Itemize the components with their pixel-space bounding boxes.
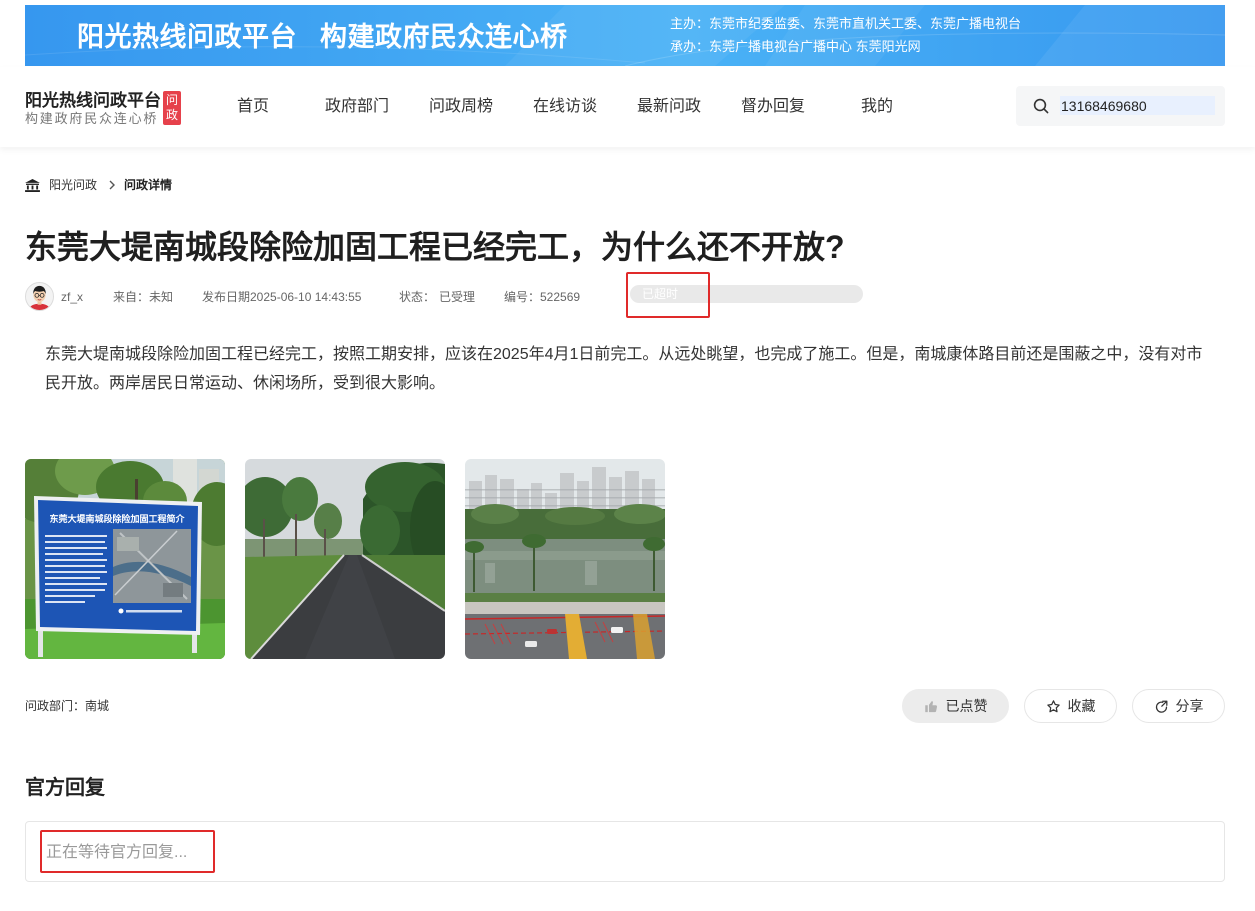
highlight-box (40, 830, 215, 873)
status-badge: 已受理 (439, 290, 476, 304)
nav-item-mine[interactable]: 我的 (825, 67, 929, 147)
star-icon (1046, 699, 1060, 712)
banner-host-line: 主办：东莞市纪委监委、东莞市直机关工委、东莞广播电视台 (670, 16, 1022, 31)
status-label: 状态： (399, 290, 436, 304)
thumbs-up-icon (924, 700, 937, 712)
banner-organizer-line: 承办：东莞广播电视台广播中心 东莞阳光网 (670, 39, 921, 54)
question-photo-3[interactable] (465, 459, 665, 659)
question-photo-1[interactable]: 东莞大堤南城段除险加固工程简介 (25, 459, 225, 659)
logo-badge-bottom: 政 (165, 108, 178, 122)
search-icon[interactable] (1033, 98, 1049, 114)
logo-badge: 问 政 (163, 91, 181, 125)
publish-date: 发布日期2025-06-10 14:43:55 (202, 290, 362, 304)
highlight-box (626, 272, 710, 318)
banner-slogan: 构建政府民众连心桥 (320, 22, 568, 52)
logo-badge-top: 问 (165, 93, 178, 107)
official-reply-heading: 官方回复 (25, 777, 105, 799)
site-header: 阳光热线问政平台 构建政府民众连心桥 问 政 首页 政府部门 问政周榜 在线访谈… (0, 67, 1255, 147)
search-box[interactable] (1016, 86, 1225, 126)
breadcrumb-current: 问政详情 (124, 178, 173, 192)
chevron-right-icon (109, 180, 115, 190)
photo-sign-title: 东莞大堤南城段除险加固工程简介 (49, 513, 185, 524)
nav-item-latest[interactable]: 最新问政 (617, 67, 721, 147)
nav-item-online-interview[interactable]: 在线访谈 (513, 67, 617, 147)
favorite-button[interactable]: 收藏 (1024, 689, 1117, 723)
question-source: 来自：未知 (113, 290, 174, 304)
nav-item-home[interactable]: 首页 (201, 67, 305, 147)
share-button-label: 分享 (1175, 698, 1204, 714)
home-icon[interactable] (25, 179, 40, 192)
nav-item-departments[interactable]: 政府部门 (305, 67, 409, 147)
question-number: 编号：522569 (504, 290, 581, 304)
nav-item-weekly-ranking[interactable]: 问政周榜 (409, 67, 513, 147)
main-nav: 首页 政府部门 问政周榜 在线访谈 最新问政 督办回复 我的 (201, 67, 929, 147)
question-department: 问政部门：南城 (25, 699, 110, 713)
nav-item-supervision-reply[interactable]: 督办回复 (721, 67, 825, 147)
share-button[interactable]: 分享 (1132, 689, 1225, 723)
question-title: 东莞大堤南城段除险加固工程已经完工，为什么还不开放? (25, 229, 845, 265)
breadcrumb-root[interactable]: 阳光问政 (49, 177, 97, 193)
question-photo-2[interactable] (245, 459, 445, 659)
logo-subtitle: 构建政府民众连心桥 (25, 111, 159, 126)
avatar[interactable] (25, 282, 54, 311)
search-input[interactable] (1060, 96, 1215, 115)
banner-title: 阳光热线问政平台 (77, 22, 297, 52)
question-body: 东莞大堤南城段除险加固工程已经完工，按照工期安排，应该在2025年4月1日前完工… (45, 346, 1203, 392)
favorite-button-label: 收藏 (1067, 698, 1096, 714)
like-button-label: 已点赞 (945, 698, 988, 714)
logo-title: 阳光热线问政平台 (25, 91, 161, 110)
site-logo[interactable]: 阳光热线问政平台 构建政府民众连心桥 问 政 (0, 67, 190, 147)
author-name[interactable]: zf_x (61, 289, 83, 305)
like-button[interactable]: 已点赞 (902, 689, 1009, 723)
share-icon (1155, 700, 1167, 713)
top-banner: 阳光热线问政平台 构建政府民众连心桥 主办：东莞市纪委监委、东莞市直机关工委、东… (25, 5, 1225, 66)
